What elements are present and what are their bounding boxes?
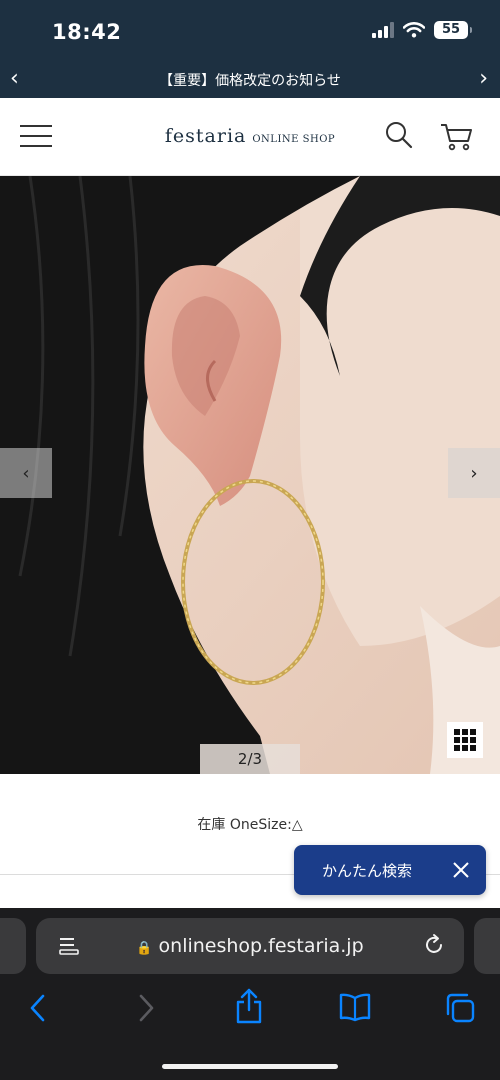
share-icon[interactable] — [234, 988, 264, 1024]
status-time: 18:42 — [52, 20, 122, 44]
cellular-signal-icon — [372, 22, 394, 38]
url-text: onlineshop.festaria.jp — [158, 935, 364, 957]
site-logo[interactable]: festaria ONLINE SHOP — [0, 125, 500, 147]
address-bar[interactable]: 🔒 onlineshop.festaria.jp — [36, 918, 464, 974]
chevron-right-icon[interactable]: › — [479, 66, 488, 91]
bookmarks-icon[interactable] — [338, 992, 372, 1022]
easy-search-button[interactable]: かんたん検索 — [294, 845, 486, 895]
product-image-gallery[interactable]: ‹ › 2/3 — [0, 176, 500, 774]
gallery-next-icon: › — [470, 462, 478, 484]
site-header: festaria ONLINE SHOP — [0, 98, 500, 176]
announcement-text[interactable]: 【重要】価格改定のお知らせ — [159, 70, 341, 90]
home-indicator — [162, 1064, 338, 1069]
stock-info: 在庫 OneSize:△ — [197, 817, 303, 833]
adjacent-tab-left[interactable] — [0, 918, 26, 974]
top-bar: 18:42 55 ‹ 【重要】価格改定のお知らせ › — [0, 0, 500, 98]
gallery-counter: 2/3 — [200, 744, 300, 774]
browser-toolbar: 🔒 onlineshop.festaria.jp — [0, 908, 500, 1080]
status-icons: 55 — [372, 21, 472, 39]
back-icon[interactable] — [26, 992, 50, 1024]
tabs-icon[interactable] — [444, 992, 476, 1024]
url-display[interactable]: 🔒 onlineshop.festaria.jp — [36, 935, 464, 957]
search-icon[interactable] — [384, 120, 414, 150]
gallery-next-button[interactable]: › — [448, 448, 500, 498]
logo-sub: ONLINE SHOP — [252, 134, 336, 145]
wifi-icon — [403, 22, 425, 38]
easy-search-label: かんたん検索 — [322, 861, 413, 880]
grid-view-icon[interactable] — [447, 722, 483, 758]
close-icon[interactable] — [452, 861, 470, 879]
reload-icon[interactable] — [422, 933, 446, 957]
battery-icon: 55 — [434, 21, 472, 39]
logo-brand: festaria — [164, 125, 247, 147]
gallery-prev-icon: ‹ — [22, 462, 30, 484]
product-photo — [0, 176, 500, 774]
adjacent-tab-right[interactable] — [474, 918, 500, 974]
cart-icon[interactable] — [440, 122, 474, 152]
announcement-bar[interactable]: ‹ 【重要】価格改定のお知らせ › — [0, 62, 500, 98]
forward-icon[interactable] — [134, 992, 158, 1024]
gallery-prev-button[interactable]: ‹ — [0, 448, 52, 498]
chevron-left-icon[interactable]: ‹ — [10, 66, 19, 91]
lock-icon: 🔒 — [136, 941, 153, 956]
